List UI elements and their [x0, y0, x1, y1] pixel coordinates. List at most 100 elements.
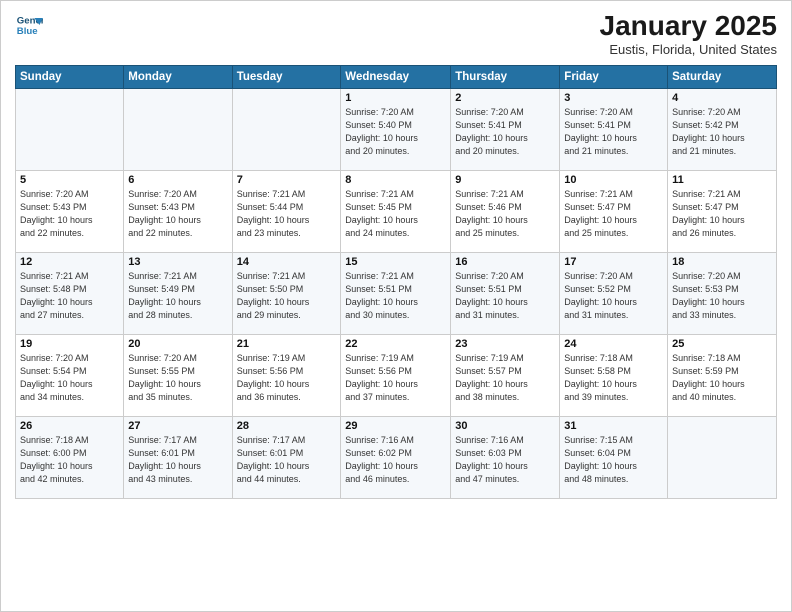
- calendar-cell: 11Sunrise: 7:21 AM Sunset: 5:47 PM Dayli…: [668, 170, 777, 252]
- calendar-cell: 5 Sunrise: 7:20 AM Sunset: 5:43 PM Daylig…: [16, 170, 124, 252]
- day-info: Sunrise: 7:21 AM Sunset: 5:47 PM Dayligh…: [564, 188, 663, 240]
- day-info: Sunrise: 7:21 AM Sunset: 5:46 PM Dayligh…: [455, 188, 555, 240]
- day-info: Sunrise: 7:18 AM Sunset: 5:58 PM Dayligh…: [564, 352, 663, 404]
- svg-text:Blue: Blue: [17, 26, 38, 37]
- calendar-cell: 7Sunrise: 7:21 AM Sunset: 5:44 PM Daylig…: [232, 170, 341, 252]
- day-info: Sunrise: 7:20 AM Sunset: 5:43 PM Dayligh…: [20, 188, 119, 240]
- day-number: 28: [237, 420, 337, 432]
- day-info: Sunrise: 7:20 AM Sunset: 5:51 PM Dayligh…: [455, 270, 555, 322]
- day-info: Sunrise: 7:16 AM Sunset: 6:03 PM Dayligh…: [455, 434, 555, 486]
- day-info: Sunrise: 7:20 AM Sunset: 5:54 PM Dayligh…: [20, 352, 119, 404]
- calendar-cell: 14 Sunrise: 7:21 AM Sunset: 5:50 PM Dayli…: [232, 252, 341, 334]
- day-number: 11: [672, 174, 772, 186]
- day-info: Sunrise: 7:18 AM Sunset: 5:59 PM Dayligh…: [672, 352, 772, 404]
- day-info: Sunrise: 7:20 AM Sunset: 5:41 PM Dayligh…: [455, 106, 555, 158]
- calendar-cell: [124, 88, 232, 170]
- calendar-cell: 10 Sunrise: 7:21 AM Sunset: 5:47 PM Dayli…: [560, 170, 668, 252]
- day-number: 23: [455, 338, 555, 350]
- day-number: 10: [564, 174, 663, 186]
- logo: General Blue: [15, 11, 43, 39]
- calendar-cell: [16, 88, 124, 170]
- day-number: 21: [237, 338, 337, 350]
- day-number: 31: [564, 420, 663, 432]
- day-info: Sunrise: 7:19 AM Sunset: 5:56 PM Dayligh…: [345, 352, 446, 404]
- calendar-cell: 1Sunrise: 7:20 AM Sunset: 5:40 PM Daylig…: [341, 88, 451, 170]
- day-number: 20: [128, 338, 227, 350]
- day-number: 26: [20, 420, 119, 432]
- calendar-cell: 26 Sunrise: 7:18 AM Sunset: 6:00 PM Dayli…: [16, 416, 124, 498]
- day-info: Sunrise: 7:20 AM Sunset: 5:52 PM Dayligh…: [564, 270, 663, 322]
- day-number: 22: [345, 338, 446, 350]
- calendar-cell: 18 Sunrise: 7:20 AM Sunset: 5:53 PM Dayli…: [668, 252, 777, 334]
- calendar-cell: 21 Sunrise: 7:19 AM Sunset: 5:56 PM Dayli…: [232, 334, 341, 416]
- calendar-cell: 17Sunrise: 7:20 AM Sunset: 5:52 PM Dayli…: [560, 252, 668, 334]
- day-number: 24: [564, 338, 663, 350]
- calendar-week-4: 26 Sunrise: 7:18 AM Sunset: 6:00 PM Dayli…: [16, 416, 777, 498]
- day-number: 13: [128, 256, 227, 268]
- calendar-header-thursday: Thursday: [451, 65, 560, 88]
- day-number: 4: [672, 92, 772, 104]
- calendar-cell: 28 Sunrise: 7:17 AM Sunset: 6:01 PM Dayli…: [232, 416, 341, 498]
- day-number: 18: [672, 256, 772, 268]
- calendar-cell: 2 Sunrise: 7:20 AM Sunset: 5:41 PM Daylig…: [451, 88, 560, 170]
- day-info: Sunrise: 7:20 AM Sunset: 5:53 PM Dayligh…: [672, 270, 772, 322]
- subtitle: Eustis, Florida, United States: [600, 42, 777, 57]
- day-number: 3: [564, 92, 663, 104]
- day-number: 15: [345, 256, 446, 268]
- day-info: Sunrise: 7:20 AM Sunset: 5:42 PM Dayligh…: [672, 106, 772, 158]
- day-number: 6: [128, 174, 227, 186]
- day-number: 14: [237, 256, 337, 268]
- month-title: January 2025: [600, 11, 777, 42]
- day-number: 19: [20, 338, 119, 350]
- calendar-week-1: 5 Sunrise: 7:20 AM Sunset: 5:43 PM Daylig…: [16, 170, 777, 252]
- calendar-table: SundayMondayTuesdayWednesdayThursdayFrid…: [15, 65, 777, 499]
- calendar-cell: 13Sunrise: 7:21 AM Sunset: 5:49 PM Dayli…: [124, 252, 232, 334]
- calendar-cell: 20 Sunrise: 7:20 AM Sunset: 5:55 PM Dayli…: [124, 334, 232, 416]
- calendar-cell: [232, 88, 341, 170]
- day-number: 5: [20, 174, 119, 186]
- calendar-cell: 15 Sunrise: 7:21 AM Sunset: 5:51 PM Dayli…: [341, 252, 451, 334]
- day-info: Sunrise: 7:21 AM Sunset: 5:48 PM Dayligh…: [20, 270, 119, 322]
- page: General Blue January 2025 Eustis, Florid…: [0, 0, 792, 612]
- calendar-header-sunday: Sunday: [16, 65, 124, 88]
- day-info: Sunrise: 7:21 AM Sunset: 5:51 PM Dayligh…: [345, 270, 446, 322]
- calendar-week-3: 19 Sunrise: 7:20 AM Sunset: 5:54 PM Dayli…: [16, 334, 777, 416]
- calendar-week-2: 12 Sunrise: 7:21 AM Sunset: 5:48 PM Dayli…: [16, 252, 777, 334]
- calendar-cell: 31Sunrise: 7:15 AM Sunset: 6:04 PM Dayli…: [560, 416, 668, 498]
- calendar-cell: 19 Sunrise: 7:20 AM Sunset: 5:54 PM Dayli…: [16, 334, 124, 416]
- calendar-cell: 25 Sunrise: 7:18 AM Sunset: 5:59 PM Dayli…: [668, 334, 777, 416]
- header: General Blue January 2025 Eustis, Florid…: [15, 11, 777, 57]
- day-number: 9: [455, 174, 555, 186]
- calendar-cell: 22 Sunrise: 7:19 AM Sunset: 5:56 PM Dayli…: [341, 334, 451, 416]
- calendar-cell: 3Sunrise: 7:20 AM Sunset: 5:41 PM Daylig…: [560, 88, 668, 170]
- calendar-week-0: 1Sunrise: 7:20 AM Sunset: 5:40 PM Daylig…: [16, 88, 777, 170]
- day-number: 1: [345, 92, 446, 104]
- logo-icon: General Blue: [15, 11, 43, 39]
- day-number: 30: [455, 420, 555, 432]
- day-info: Sunrise: 7:21 AM Sunset: 5:45 PM Dayligh…: [345, 188, 446, 240]
- day-info: Sunrise: 7:17 AM Sunset: 6:01 PM Dayligh…: [237, 434, 337, 486]
- day-info: Sunrise: 7:19 AM Sunset: 5:56 PM Dayligh…: [237, 352, 337, 404]
- day-info: Sunrise: 7:21 AM Sunset: 5:50 PM Dayligh…: [237, 270, 337, 322]
- day-number: 2: [455, 92, 555, 104]
- calendar-cell: 8 Sunrise: 7:21 AM Sunset: 5:45 PM Daylig…: [341, 170, 451, 252]
- calendar-cell: [668, 416, 777, 498]
- day-info: Sunrise: 7:17 AM Sunset: 6:01 PM Dayligh…: [128, 434, 227, 486]
- calendar-cell: 4 Sunrise: 7:20 AM Sunset: 5:42 PM Daylig…: [668, 88, 777, 170]
- calendar-cell: 29Sunrise: 7:16 AM Sunset: 6:02 PM Dayli…: [341, 416, 451, 498]
- day-info: Sunrise: 7:20 AM Sunset: 5:43 PM Dayligh…: [128, 188, 227, 240]
- day-number: 27: [128, 420, 227, 432]
- day-number: 25: [672, 338, 772, 350]
- calendar-header-saturday: Saturday: [668, 65, 777, 88]
- day-number: 8: [345, 174, 446, 186]
- calendar-cell: 9 Sunrise: 7:21 AM Sunset: 5:46 PM Daylig…: [451, 170, 560, 252]
- day-number: 7: [237, 174, 337, 186]
- calendar-cell: 6 Sunrise: 7:20 AM Sunset: 5:43 PM Daylig…: [124, 170, 232, 252]
- calendar-cell: 27 Sunrise: 7:17 AM Sunset: 6:01 PM Dayli…: [124, 416, 232, 498]
- day-number: 16: [455, 256, 555, 268]
- day-info: Sunrise: 7:18 AM Sunset: 6:00 PM Dayligh…: [20, 434, 119, 486]
- day-number: 12: [20, 256, 119, 268]
- calendar-header-tuesday: Tuesday: [232, 65, 341, 88]
- day-info: Sunrise: 7:20 AM Sunset: 5:55 PM Dayligh…: [128, 352, 227, 404]
- title-block: January 2025 Eustis, Florida, United Sta…: [600, 11, 777, 57]
